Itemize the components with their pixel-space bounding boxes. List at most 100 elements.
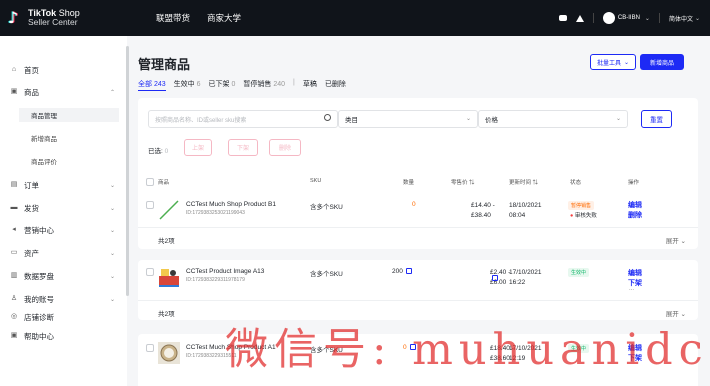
updated-date: 18/10/2021 (509, 202, 542, 209)
delete-button[interactable]: 删除 (269, 139, 301, 156)
sidebar: ⌂ 首页 ▣ 商品 ⌃ 商品管理 新增商品 商品评价 ▤ 订单 ⌄ ▬ 发货 ⌄… (0, 36, 127, 386)
edit-link[interactable]: 编辑 (628, 200, 642, 210)
reset-button[interactable]: 重置 (641, 110, 672, 128)
sidebar-item-orders[interactable]: ▤ 订单 ⌄ (0, 178, 127, 192)
status-badge: 生效中 (568, 268, 590, 277)
dot-icon: ● (570, 213, 574, 219)
add-product-button[interactable]: 新增商品 (640, 54, 684, 70)
search-icon[interactable] (324, 114, 331, 121)
sidebar-item-products[interactable]: ▣ 商品 ⌃ (0, 85, 127, 99)
tab-deleted[interactable]: 已删除 (325, 79, 346, 91)
product-quantity: 0 (412, 201, 416, 208)
col-updated[interactable]: 更新时间 ⇅ (509, 178, 538, 186)
message-icon[interactable] (558, 15, 567, 21)
select-all-checkbox[interactable] (146, 178, 154, 186)
sidebar-sub-add-product[interactable]: 新增商品 (19, 131, 119, 145)
row-checkbox[interactable] (146, 201, 154, 209)
row-checkbox[interactable] (146, 344, 154, 352)
language-label: 简体中文 (668, 16, 693, 23)
price-select[interactable]: 价格 ⌄ (478, 110, 628, 128)
price-label: 价格 (485, 117, 498, 124)
col-updated-label: 更新时间 (509, 180, 532, 186)
expand-label: 展开 (665, 238, 679, 245)
chevron-down-icon: ⌄ (109, 250, 115, 257)
sidebar-item-account[interactable]: ♙ 我的账号 ⌄ (0, 292, 127, 306)
product-price: £14.40 - £38.40 (471, 201, 495, 221)
sidebar-item-assets[interactable]: ▭ 资产 ⌄ (0, 246, 127, 260)
col-price[interactable]: 零售价 ⇅ (451, 178, 475, 186)
tab-active[interactable]: 生效中 6 (174, 79, 201, 91)
search-input[interactable]: 按照商品名称、ID或seller sku搜索 (148, 110, 338, 128)
tab-drafts[interactable]: 草稿 (303, 79, 317, 91)
bell-icon[interactable] (575, 14, 584, 22)
expand-button[interactable]: 展开 ⌄ (666, 235, 686, 245)
quantity-value: 200 (392, 268, 403, 275)
sidebar-item-label: 帮助中心 (24, 331, 54, 341)
logo-subtitle: Seller Center (28, 17, 78, 27)
tab-suspended[interactable]: 暂停销售 240 (243, 79, 285, 91)
chevron-down-icon: ⌄ (109, 296, 115, 303)
language-menu[interactable]: 简体中文 ⌄ (669, 14, 700, 23)
more-actions-button[interactable]: ... (629, 286, 634, 292)
status-badge: 暂停销售 (568, 201, 595, 210)
nav-affiliate[interactable]: 联盟带货 (156, 12, 190, 24)
bulk-tools-label: 批量工具 (596, 60, 621, 67)
search-placeholder: 按照商品名称、ID或seller sku搜索 (155, 117, 247, 124)
sidebar-scrollbar[interactable] (126, 46, 129, 296)
edit-icon[interactable] (405, 268, 412, 275)
product-updated: 18/10/2021 08:04 (509, 201, 542, 221)
tab-label: 生效中 (173, 81, 195, 88)
sidebar-item-marketing[interactable]: ◂ 营销中心 ⌄ (0, 223, 127, 237)
product-sku: 含多个SKU (310, 204, 343, 211)
sidebar-sub-product-reviews[interactable]: 商品评价 (19, 154, 119, 168)
tiktok-shop-logo[interactable]: ♪ TikTok Shop Seller Center (6, 9, 136, 27)
sidebar-item-label: 数据罗盘 (24, 271, 54, 281)
order-icon: ▤ (10, 181, 18, 188)
top-nav: 联盟带货 商家大学 (156, 12, 241, 24)
selected-count: 已选: 0 (148, 145, 168, 155)
sidebar-item-home[interactable]: ⌂ 首页 (0, 63, 127, 77)
delist-button[interactable]: 下架 (228, 139, 258, 156)
bulk-tools-button[interactable]: 批量工具 ⌄ (590, 54, 636, 70)
status-failed-label: 审核失败 (574, 213, 597, 219)
shop-id: CB-IIBN (617, 15, 640, 21)
avatar (602, 12, 615, 24)
category-select[interactable]: 类目 ⌄ (338, 110, 478, 128)
home-icon: ⌂ (11, 66, 17, 73)
tab-count: 6 (196, 81, 201, 88)
account-menu[interactable]: CB-IIBN ⌄ (602, 12, 650, 24)
account-icon: ♙ (10, 295, 18, 302)
tab-all[interactable]: 全部 243 (138, 79, 166, 91)
row-footer: 共2项 展开 ⌄ (138, 227, 698, 249)
chevron-down-icon: ⌄ (615, 116, 621, 122)
product-name[interactable]: CCTest Product Image A13 (186, 268, 264, 275)
list-button[interactable]: 上架 (184, 139, 212, 156)
edit-link[interactable]: 编辑 (628, 268, 642, 278)
tab-count: 243 (153, 81, 166, 88)
sidebar-item-label: 我的账号 (24, 294, 54, 304)
edit-icon[interactable] (492, 275, 498, 281)
product-thumbnail[interactable] (158, 342, 180, 364)
product-name[interactable]: CCTest Much Shop Product B1 (186, 201, 276, 208)
sidebar-item-label: 首页 (24, 65, 39, 75)
status-failed: ● 审核失败 (570, 211, 597, 219)
chevron-down-icon: ⌄ (109, 227, 115, 234)
sidebar-item-diagnosis[interactable]: ◎ 店铺诊断 (0, 312, 127, 322)
top-bar-actions: CB-IIBN ⌄ 简体中文 ⌄ (558, 0, 700, 36)
product-thumbnail[interactable] (158, 266, 180, 288)
sidebar-item-shipping[interactable]: ▬ 发货 ⌄ (0, 201, 127, 215)
tab-label: 已下架 (208, 81, 230, 88)
sidebar-item-help[interactable]: ▣ 帮助中心 (0, 329, 127, 343)
updated-date: 17/10/2021 (509, 269, 542, 276)
sidebar-item-data-compass[interactable]: ▥ 数据罗盘 ⌄ (0, 269, 127, 283)
tab-label: 暂停销售 (243, 81, 272, 88)
product-thumbnail[interactable] (158, 199, 180, 221)
nav-academy[interactable]: 商家大学 (207, 12, 241, 24)
sidebar-item-label: 商品 (24, 87, 39, 97)
tab-delisted[interactable]: 已下架 0 (209, 79, 236, 91)
sidebar-sub-manage-products[interactable]: 商品管理 (19, 108, 119, 122)
row-checkbox[interactable] (146, 268, 154, 276)
product-updated: 17/10/2021 16:22 (509, 268, 542, 288)
watermark-overlay: 微信号: muhuanidc (225, 325, 709, 375)
delete-link[interactable]: 删除 (628, 210, 642, 220)
